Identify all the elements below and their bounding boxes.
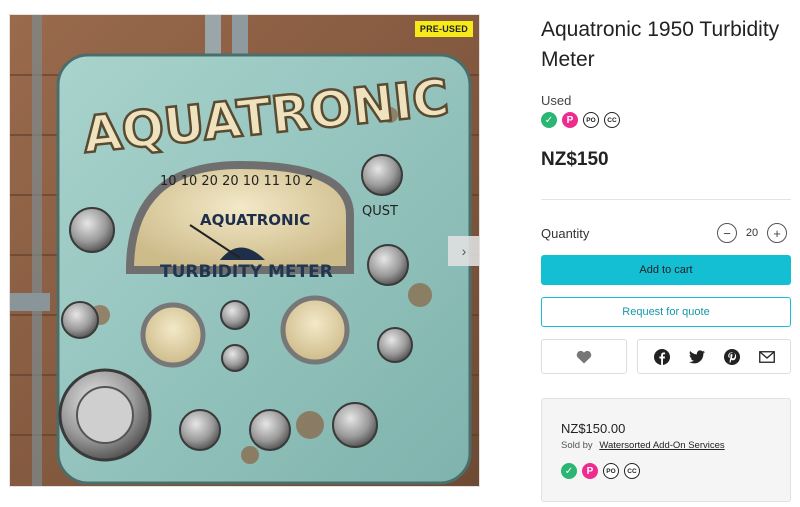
decrement-button[interactable]: −: [717, 223, 737, 243]
next-image-button[interactable]: ›: [448, 236, 480, 266]
side-label-text: QUST: [362, 204, 398, 219]
product-image[interactable]: AQUATRONIC 10 10 20 20 10 11 10 2 AQUATR…: [9, 14, 480, 487]
check-pay-icon: ✓: [541, 112, 557, 128]
p-pay-icon: P: [562, 112, 578, 128]
wishlist-button[interactable]: [541, 339, 627, 374]
check-pay-icon: ✓: [561, 463, 577, 479]
product-price: NZ$150: [541, 149, 609, 170]
quantity-stepper: − 20 +: [717, 223, 787, 243]
seller-payment-methods: ✓ P PO CC: [561, 463, 640, 479]
dial-brand-text: AQUATRONIC: [200, 211, 310, 229]
facebook-icon[interactable]: [653, 348, 671, 366]
payment-methods: ✓ P PO CC: [541, 112, 620, 128]
email-icon[interactable]: [758, 348, 776, 366]
cc-pay-icon: CC: [624, 463, 640, 479]
increment-button[interactable]: +: [767, 223, 787, 243]
request-quote-button[interactable]: Request for quote: [541, 297, 791, 327]
sold-by-label: Sold by: [561, 440, 593, 451]
cc-pay-icon: CC: [604, 112, 620, 128]
add-to-cart-button[interactable]: Add to cart: [541, 255, 791, 285]
heart-icon: [576, 350, 592, 363]
panel-label-text: TURBIDITY METER: [160, 262, 333, 282]
pre-used-badge: PRE-USED: [414, 21, 473, 37]
quantity-label: Quantity: [541, 226, 590, 241]
quantity-value[interactable]: 20: [745, 227, 759, 239]
po-pay-icon: PO: [603, 463, 619, 479]
po-pay-icon: PO: [583, 112, 599, 128]
sold-by-line: Sold by Watersorted Add-On Services: [561, 440, 725, 451]
pinterest-icon[interactable]: [723, 348, 741, 366]
twitter-icon[interactable]: [688, 348, 706, 366]
dial-numbers: 10 10 20 20 10 11 10 2: [160, 174, 313, 189]
seller-price: NZ$150.00: [561, 421, 626, 436]
p-pay-icon: P: [582, 463, 598, 479]
chevron-right-icon: ›: [461, 243, 467, 259]
seller-link[interactable]: Watersorted Add-On Services: [599, 440, 724, 451]
product-title: Aquatronic 1950 Turbidity Meter: [541, 18, 780, 71]
condition-label: Used: [541, 93, 572, 108]
divider: [541, 199, 791, 200]
seller-card: NZ$150.00 Sold by Watersorted Add-On Ser…: [541, 398, 791, 502]
product-photo: AQUATRONIC 10 10 20 20 10 11 10 2 AQUATR…: [10, 15, 479, 486]
share-bar: [637, 339, 791, 374]
